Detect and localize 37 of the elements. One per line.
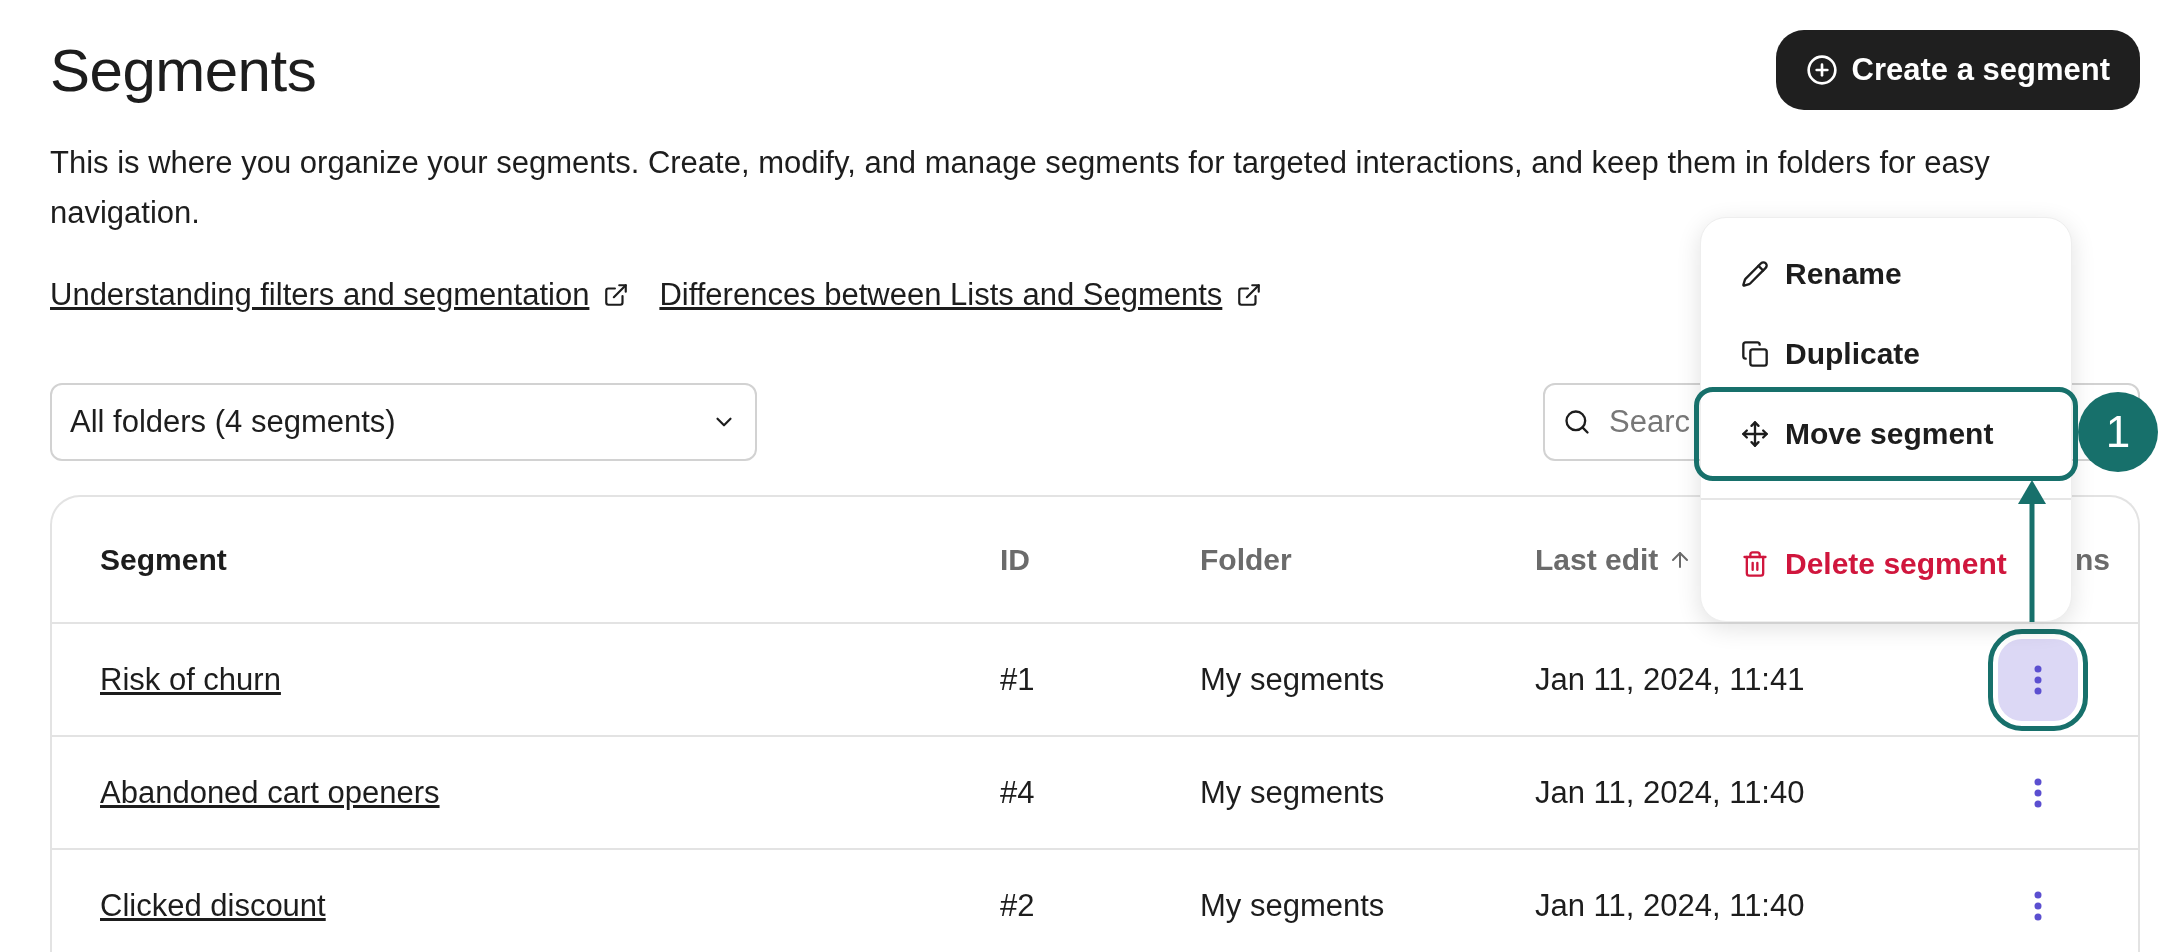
pencil-icon [1741,260,1769,288]
external-link-icon [1236,282,1263,308]
table-cell-text: #1 [1000,661,1036,698]
menu-item[interactable]: Duplicate [1701,314,2071,394]
create-segment-button[interactable]: Create a segment [1775,30,2140,110]
trash-icon [1741,550,1769,578]
table-cell-text: My segments [1200,661,1386,698]
menu-item[interactable]: Move segment [1701,394,2071,474]
page-description: This is where you organize your segments. Create, modify, and manage segments for targeted interactions, and keep them in folders for easy navigation. [50,144,1991,232]
external-link-icon [603,282,630,308]
kebab-icon [2034,664,2042,695]
table-cell-text: #4 [1000,774,1036,811]
column-header: Folder [1200,542,1293,577]
table-cell-text: #2 [1000,887,1036,924]
table-cell-text: Jan 11, 2024, 11:41 [1535,661,1806,698]
page-title: Segments [50,35,317,105]
menu-item[interactable]: Delete segment [1701,524,2071,604]
folder-dropdown[interactable]: All folders (4 segments) [50,383,757,461]
table-cell-text: Jan 11, 2024, 11:40 [1535,887,1806,924]
plus-circle-icon [1805,54,1838,86]
step-badge: 1 [2078,392,2158,472]
segment-link[interactable]: Risk of churn [100,661,281,698]
help-link[interactable]: Differences between Lists and Segments [659,277,1223,313]
table-cell-text: Jan 11, 2024, 11:40 [1535,774,1806,811]
help-link[interactable]: Understanding filters and segmentation [50,277,590,313]
kebab-icon [2034,777,2042,808]
table-cell-text: My segments [1200,774,1386,811]
search-icon [1563,408,1591,436]
column-header: ID [1000,542,1031,577]
copy-icon [1741,340,1769,368]
table-cell-text: My segments [1200,887,1386,924]
move-icon [1741,420,1769,448]
kebab-icon [2034,890,2042,921]
segment-link[interactable]: Clicked discount [100,887,326,924]
column-header: Segment [99,542,228,577]
menu-item[interactable]: Rename [1701,234,2071,314]
segment-link[interactable]: Abandoned cart openers [100,774,440,811]
